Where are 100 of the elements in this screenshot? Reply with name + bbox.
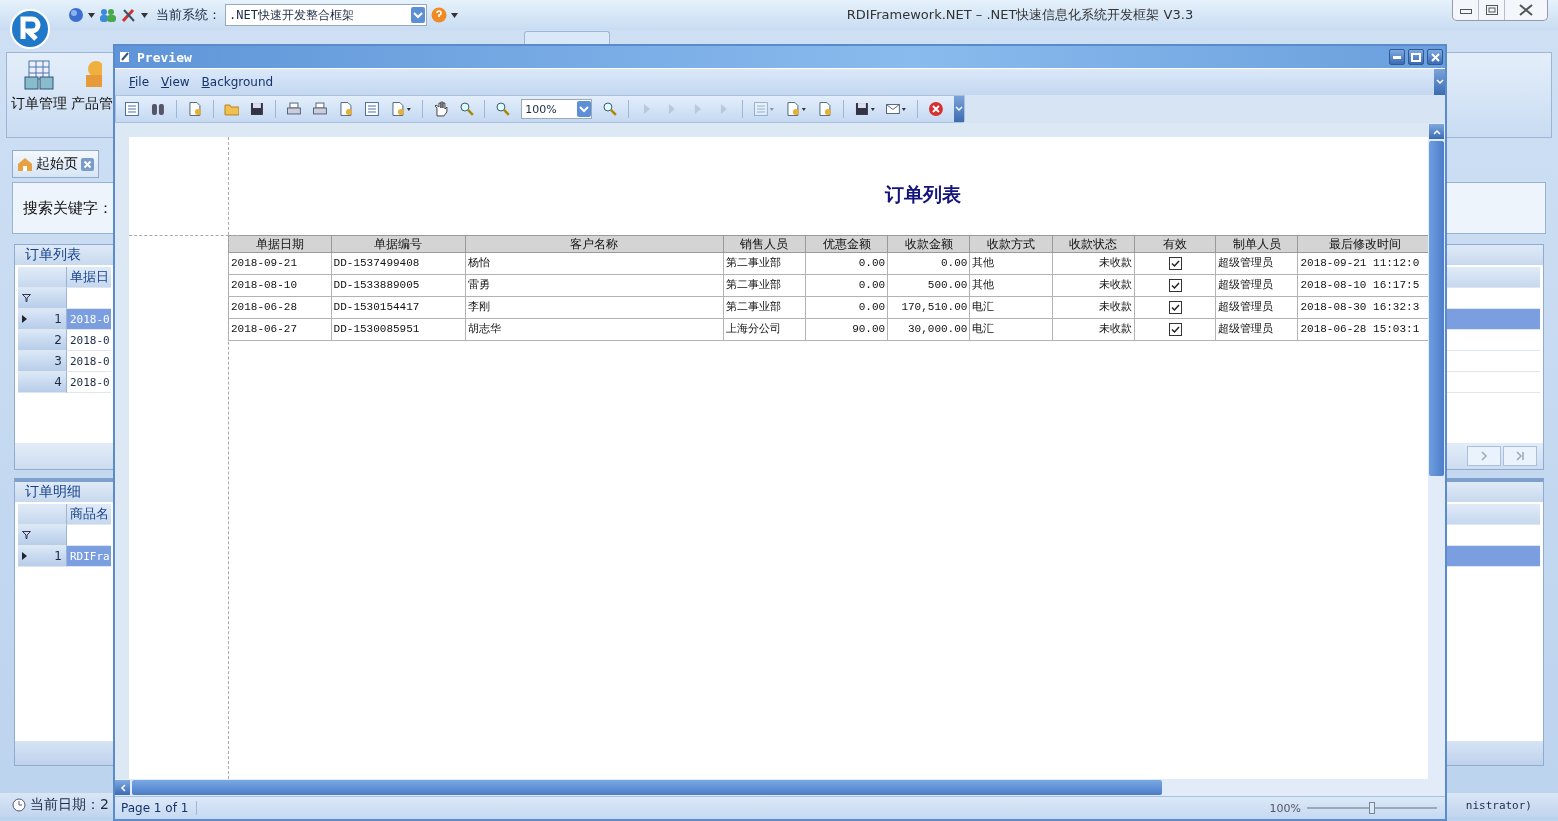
chevron-button[interactable] (1434, 69, 1445, 95)
column-header: 单据日期 (228, 235, 332, 253)
chevron-button[interactable] (954, 96, 964, 122)
filter-icon[interactable] (22, 531, 31, 539)
minimize-button[interactable] (1389, 49, 1405, 65)
window-title: RDIFramework.NET – .NET快速信息化系统开发框架 V3.3 (845, 6, 1195, 24)
table-cell: 超级管理员 (1215, 318, 1298, 341)
clock-icon (12, 798, 26, 812)
system-dropdown[interactable]: .NET快速开发整合框架 (225, 4, 427, 26)
table-cell: 胡志华 (465, 318, 724, 341)
horizontal-scrollbar[interactable] (115, 779, 1445, 796)
grid-row[interactable] (1447, 546, 1540, 567)
home-icon (17, 157, 33, 171)
caret-icon[interactable] (141, 12, 148, 18)
column-header[interactable]: 商品名 (67, 504, 111, 525)
column-header: 收款方式 (969, 235, 1053, 253)
row-header[interactable]: 1 (18, 546, 67, 567)
table-cell: 未收款 (1052, 296, 1135, 319)
grid-row[interactable] (1447, 309, 1540, 330)
table-cell: 超级管理员 (1215, 252, 1298, 275)
menu-item[interactable]: View (157, 73, 194, 91)
zoom-in-icon[interactable] (601, 101, 618, 117)
table-cell: 其他 (969, 252, 1053, 275)
globe-icon[interactable] (68, 7, 84, 23)
table-cell[interactable]: 2018-0 (67, 351, 111, 372)
row-number: 3 (54, 354, 62, 368)
table-cell: 30,000.00 (887, 318, 970, 341)
vertical-scrollbar[interactable] (1428, 123, 1445, 779)
close-icon[interactable] (928, 101, 945, 117)
scale-icon[interactable] (389, 101, 412, 117)
table-cell: 电汇 (969, 318, 1053, 341)
column-header: 收款状态 (1052, 235, 1135, 253)
binoculars-icon[interactable] (149, 101, 166, 117)
zoom-dropdown[interactable]: 100% (521, 99, 592, 119)
report-title: 订单列表 (885, 182, 961, 207)
column-header[interactable]: 单据日 (67, 267, 111, 288)
customize-icon[interactable] (186, 101, 203, 117)
column-header: 最后修改时间 (1297, 235, 1428, 253)
table-cell: 2018-06-28 (228, 296, 332, 319)
next-icon[interactable] (1480, 451, 1488, 461)
last-icon[interactable] (1515, 451, 1525, 461)
table-cell: 上海分公司 (723, 318, 806, 341)
table-cell: 超级管理员 (1215, 296, 1298, 319)
row-header[interactable]: 1 (18, 309, 67, 330)
column-header: 收款金额 (887, 235, 970, 253)
column-header: 单据编号 (331, 235, 466, 253)
zoom-out-icon[interactable] (495, 101, 512, 117)
save-icon[interactable] (249, 101, 266, 117)
page-setup-icon[interactable] (286, 101, 303, 117)
print-icon[interactable] (312, 101, 329, 117)
table-cell: 2018-08-10 (228, 274, 332, 297)
scroll-left-icon[interactable] (119, 783, 126, 792)
table-cell: DD-1533889005 (331, 274, 466, 297)
current-date-label: 当前日期：2 (30, 796, 109, 814)
table-cell: 500.00 (887, 274, 970, 297)
tab-label[interactable]: 起始页 (36, 155, 78, 173)
menu-item[interactable]: Background (197, 73, 278, 91)
table-cell: 0.00 (805, 274, 888, 297)
user-label: nistrator) (1465, 798, 1532, 812)
table-cell: 0.00 (805, 296, 888, 319)
close-icon[interactable] (1519, 4, 1533, 16)
table-forms-icon[interactable] (23, 59, 55, 91)
magnifier-icon[interactable] (458, 101, 475, 117)
panel-title: 订单明细 (25, 483, 81, 501)
table-cell[interactable]: 2018-0 (67, 330, 111, 351)
chevron-icon[interactable] (1435, 79, 1444, 85)
row-header[interactable]: 4 (18, 372, 67, 393)
caret-icon[interactable] (88, 12, 95, 18)
table-cell[interactable]: 2018-0 (67, 372, 111, 393)
open-folder-icon[interactable] (223, 101, 240, 117)
filter-icon[interactable] (22, 294, 31, 302)
header-footer-icon[interactable] (363, 101, 380, 117)
row-header[interactable]: 2 (18, 330, 67, 351)
ribbon-button[interactable]: 订单管理 (9, 59, 69, 113)
watermark-icon[interactable] (816, 101, 833, 117)
menu-item[interactable]: File (125, 73, 154, 91)
row-number: 1 (54, 312, 62, 326)
row-header[interactable]: 3 (18, 351, 67, 372)
caret-icon[interactable] (451, 12, 458, 18)
email-icon[interactable] (885, 101, 908, 117)
table-cell: DD-1530154417 (331, 296, 466, 319)
zoom-slider[interactable] (1307, 802, 1437, 814)
document-tab[interactable]: 起始页 (12, 150, 99, 178)
table-cell: DD-1530085951 (331, 318, 466, 341)
scroll-up-icon[interactable] (1432, 128, 1441, 135)
document-map-icon[interactable] (124, 101, 140, 117)
minimize-icon[interactable] (1459, 6, 1472, 14)
column-header: 有效 (1134, 235, 1216, 253)
minimize-icon[interactable] (1393, 55, 1401, 59)
hand-icon[interactable] (432, 101, 449, 117)
current-system-label: 当前系统： (156, 6, 221, 24)
chevron-icon[interactable] (955, 106, 964, 112)
restore-icon[interactable] (1485, 5, 1498, 15)
row-number: 1 (54, 549, 62, 563)
column-header: 优惠金额 (805, 235, 888, 253)
tools-icon[interactable] (121, 7, 137, 23)
quick-print-icon[interactable] (338, 101, 354, 117)
export-icon[interactable] (853, 101, 876, 117)
ribbon-button[interactable]: 产品管 (69, 59, 115, 113)
paint-bucket-icon[interactable] (784, 101, 807, 117)
